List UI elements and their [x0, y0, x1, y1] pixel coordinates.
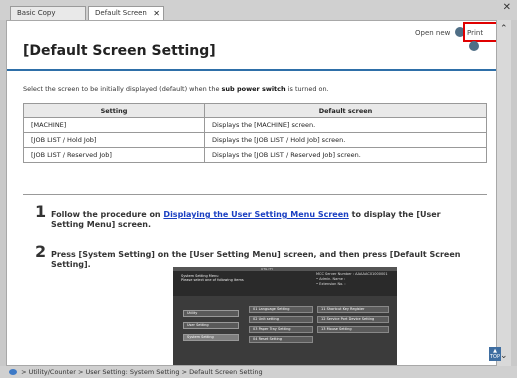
device-grid-button: 13 Mouse Setting: [317, 326, 389, 333]
device-panel: Utility User Setting System Setting 01 L…: [173, 300, 397, 365]
table-cell: [MACHINE]: [23, 117, 205, 133]
device-system-setting-button: System Setting: [183, 334, 239, 341]
scroll-up-icon[interactable]: ⌃: [500, 24, 508, 34]
table-cell: Displays the [JOB LIST / Reserved Job] s…: [204, 147, 487, 163]
vertical-scrollbar[interactable]: ⌃ ⌄: [497, 20, 511, 366]
step-number: 2: [35, 242, 47, 261]
breadcrumb-separator: >: [77, 368, 84, 376]
breadcrumb-item[interactable]: User Setting: System Setting: [86, 368, 180, 376]
device-grid-button: 12 Service Port Device Setting: [317, 316, 389, 323]
scroll-down-icon[interactable]: ⌄: [500, 351, 508, 361]
device-screen-image: UTIL ITY System Setting Menu Please sele…: [173, 267, 397, 365]
device-utility-button: Utility: [183, 310, 239, 317]
breadcrumb: > Utility/Counter > User Setting: System…: [0, 366, 517, 378]
title-divider: [7, 69, 496, 71]
tab-default-screen-setting[interactable]: Default Screen Set... ✕: [88, 6, 164, 30]
table-row: [JOB LIST / Hold Job] Displays the [JOB …: [23, 132, 487, 148]
intro-suffix: is turned on.: [285, 85, 329, 93]
top-label: TOP: [489, 354, 500, 360]
table-row: [JOB LIST / Reserved Job] Displays the […: [23, 147, 487, 163]
step-text-pre: Follow the procedure on: [51, 210, 164, 219]
back-to-top-button[interactable]: ▲ TOP: [489, 347, 501, 361]
table-cell: [JOB LIST / Hold Job]: [23, 132, 205, 148]
settings-table: Setting Default screen [MACHINE] Display…: [23, 103, 487, 163]
intro-text: Select the screen to be initially displa…: [23, 85, 329, 93]
print-button[interactable]: Print: [463, 22, 496, 51]
breadcrumb-separator: >: [181, 368, 188, 376]
column-header-default-screen: Default screen: [204, 103, 487, 118]
window-close-icon[interactable]: ✕: [503, 2, 511, 13]
device-header-bar: [173, 267, 397, 271]
open-new-button[interactable]: Open new: [415, 26, 465, 40]
print-label: Print: [467, 29, 484, 37]
tab-basic-copy-procedure[interactable]: Basic Copy Procedure: [10, 6, 86, 30]
home-icon[interactable]: [9, 369, 17, 375]
tab-close-icon[interactable]: ✕: [153, 7, 160, 20]
device-grid-button: 04 Reset Setting: [249, 336, 313, 343]
device-menu-title-2: Please select one of following items: [181, 278, 244, 282]
device-header-text: UTIL ITY: [261, 267, 274, 271]
page-title: [Default Screen Setting]: [23, 43, 216, 59]
device-grid-button: 01 Language Setting: [249, 306, 313, 313]
device-server-line: • Extension No. :: [316, 282, 346, 286]
tab-bar: Basic Copy Procedure Default Screen Set.…: [0, 0, 517, 30]
device-grid-button: 11 Shortcut Key Register: [317, 306, 389, 313]
intro-bold: sub power switch: [221, 85, 286, 93]
device-menu-title: System Setting Menu Please select one of…: [181, 274, 244, 282]
step-text: Follow the procedure on Displaying the U…: [51, 210, 475, 230]
table-cell: Displays the [MACHINE] screen.: [204, 117, 487, 133]
section-divider: [23, 194, 487, 195]
user-setting-menu-link[interactable]: Displaying the User Setting Menu Screen: [163, 210, 348, 219]
device-server-info: MCC Server Number : AAAAAC01000001 • Adm…: [316, 272, 388, 287]
intro-prefix: Select the screen to be initially displa…: [23, 85, 222, 93]
step-1: 1 Follow the procedure on Displaying the…: [35, 202, 475, 230]
open-new-label: Open new: [415, 29, 451, 37]
table-row: [MACHINE] Displays the [MACHINE] screen.: [23, 117, 487, 133]
content-frame: Open new Print [Default Screen Setting] …: [6, 20, 497, 366]
table-header-row: Setting Default screen: [23, 103, 487, 118]
step-number: 1: [35, 202, 47, 221]
device-grid-button: 03 Paper Tray Setting: [249, 326, 313, 333]
breadcrumb-separator: >: [21, 368, 27, 376]
breadcrumb-item: Default Screen Setting: [189, 368, 263, 376]
column-header-setting: Setting: [23, 103, 205, 118]
device-user-setting-button: User Setting: [183, 322, 239, 329]
table-cell: [JOB LIST / Reserved Job]: [23, 147, 205, 163]
breadcrumb-item[interactable]: Utility/Counter: [29, 368, 76, 376]
device-grid-button: 02 Unit setting: [249, 316, 313, 323]
printer-icon: [469, 41, 479, 51]
table-cell: Displays the [JOB LIST / Hold Job] scree…: [204, 132, 487, 148]
